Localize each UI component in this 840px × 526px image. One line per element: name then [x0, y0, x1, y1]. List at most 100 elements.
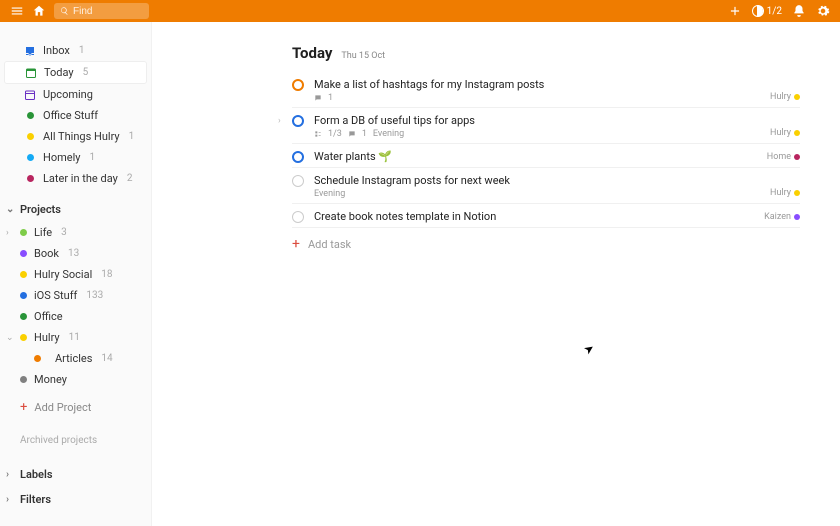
- sidebar-item-homely[interactable]: Homely 1: [4, 147, 147, 168]
- project-count: 3: [61, 227, 67, 238]
- chevron-right-icon[interactable]: ›: [278, 116, 281, 126]
- filter-dot: [24, 173, 36, 185]
- task-checkbox[interactable]: [292, 175, 304, 187]
- project-dot: [794, 154, 800, 160]
- sidebar-item-label: Upcoming: [43, 88, 93, 101]
- task-checkbox[interactable]: [292, 211, 304, 223]
- sidebar-project[interactable]: Book 13: [0, 243, 151, 264]
- task-checkbox[interactable]: [292, 115, 304, 127]
- mouse-cursor: ➤: [581, 340, 597, 357]
- add-task-icon[interactable]: [728, 4, 742, 18]
- task-time-label: Evening: [373, 129, 404, 139]
- project-dot: [794, 94, 800, 100]
- sidebar-project[interactable]: Hulry Social 18: [0, 264, 151, 285]
- task-title: Make a list of hashtags for my Instagram…: [314, 78, 770, 91]
- filter-dot: [24, 152, 36, 164]
- add-project-button[interactable]: + Add Project: [0, 396, 151, 419]
- plus-icon: +: [292, 236, 300, 252]
- task-body: Schedule Instagram posts for next week E…: [314, 174, 770, 199]
- project-dot: [794, 130, 800, 136]
- main-panel: Today Thu 15 Oct Make a list of hashtags…: [152, 22, 840, 526]
- task-title: Water plants 🌱: [314, 150, 767, 163]
- project-label: Hulry: [34, 331, 60, 344]
- sidebar-project[interactable]: Office: [0, 306, 151, 327]
- project-dot: [794, 190, 800, 196]
- chevron-down-icon[interactable]: ⌄: [6, 333, 14, 343]
- sidebar-item-later[interactable]: Later in the day 2: [4, 168, 147, 189]
- task-body: Water plants 🌱: [314, 150, 767, 163]
- project-count: 13: [68, 248, 79, 259]
- task-list: Make a list of hashtags for my Instagram…: [292, 72, 800, 228]
- task-body: Create book notes template in Notion: [314, 210, 764, 223]
- sidebar-item-today[interactable]: Today 5: [4, 61, 147, 84]
- sidebar-item-count: 1: [79, 45, 85, 56]
- gear-icon[interactable]: [816, 4, 830, 18]
- task-project-label[interactable]: Hulry: [770, 92, 800, 103]
- project-label: Office: [34, 310, 63, 323]
- labels-section[interactable]: › Labels: [0, 462, 151, 487]
- page-title: Today: [292, 44, 332, 62]
- filter-dot: [24, 131, 36, 143]
- view-header: Today Thu 15 Oct: [292, 44, 800, 62]
- sidebar: Inbox 1 Today 5 Upcoming Office Stuff Al…: [0, 22, 152, 526]
- project-label: Articles: [55, 352, 92, 365]
- chevron-right-icon[interactable]: ›: [6, 228, 9, 238]
- chevron-right-icon: ›: [6, 469, 9, 480]
- header-right: 1/2: [728, 4, 830, 18]
- project-count: 11: [69, 332, 80, 343]
- search-box[interactable]: [54, 3, 149, 19]
- task-row[interactable]: Make a list of hashtags for my Instagram…: [292, 72, 800, 108]
- sidebar-project[interactable]: Money: [0, 369, 151, 390]
- task-project-label[interactable]: Hulry: [770, 188, 800, 199]
- progress-icon: [752, 5, 764, 17]
- bell-icon[interactable]: [792, 4, 806, 18]
- sidebar-project[interactable]: › Life 3: [0, 222, 151, 243]
- search-input[interactable]: [73, 6, 143, 17]
- archived-projects-link[interactable]: Archived projects: [0, 419, 151, 450]
- task-title: Form a DB of useful tips for apps: [314, 114, 770, 127]
- plus-icon: +: [20, 400, 27, 415]
- task-row[interactable]: Water plants 🌱 Home: [292, 144, 800, 168]
- project-label: Money: [34, 373, 67, 386]
- project-dot: [20, 229, 27, 236]
- task-row[interactable]: Schedule Instagram posts for next week E…: [292, 168, 800, 204]
- task-meta: 1/3 1 Evening: [314, 129, 770, 139]
- sidebar-item-count: 2: [127, 173, 133, 184]
- task-checkbox[interactable]: [292, 151, 304, 163]
- comment-count: 1: [328, 93, 333, 103]
- menu-icon[interactable]: [10, 4, 24, 18]
- sidebar-item-upcoming[interactable]: Upcoming: [4, 84, 147, 105]
- sidebar-item-office[interactable]: Office Stuff: [4, 105, 147, 126]
- sidebar-item-hulry[interactable]: All Things Hulry 1: [4, 126, 147, 147]
- task-row[interactable]: › Form a DB of useful tips for apps 1/31…: [292, 108, 800, 144]
- projects-section[interactable]: ⌄ Projects: [0, 197, 151, 222]
- home-icon[interactable]: [32, 4, 46, 18]
- task-project-label[interactable]: Hulry: [770, 128, 800, 139]
- sidebar-item-label: All Things Hulry: [43, 130, 120, 143]
- task-checkbox[interactable]: [292, 79, 304, 91]
- task-project-label[interactable]: Kaizen: [764, 212, 800, 223]
- app-body: Inbox 1 Today 5 Upcoming Office Stuff Al…: [0, 22, 840, 526]
- sidebar-item-inbox[interactable]: Inbox 1: [4, 40, 147, 61]
- sidebar-project[interactable]: iOS Stuff 133: [0, 285, 151, 306]
- productivity-widget[interactable]: 1/2: [752, 5, 782, 17]
- task-row[interactable]: Create book notes template in Notion Kai…: [292, 204, 800, 228]
- sidebar-item-label: Inbox: [43, 44, 70, 57]
- add-task-label: Add task: [308, 238, 351, 251]
- subtask-count: 1/3: [328, 129, 342, 139]
- app-header: 1/2: [0, 0, 840, 22]
- add-project-label: Add Project: [34, 401, 91, 414]
- add-task-button[interactable]: + Add task: [292, 228, 800, 260]
- filter-dot: [24, 110, 36, 122]
- comment-count: 1: [362, 129, 367, 139]
- project-label: Life: [34, 226, 52, 239]
- task-body: Form a DB of useful tips for apps 1/3 1 Ev…: [314, 114, 770, 139]
- filters-section[interactable]: › Filters: [0, 487, 151, 512]
- sidebar-project-child[interactable]: Articles 14: [0, 348, 151, 369]
- sidebar-project[interactable]: ⌄ Hulry 11: [0, 327, 151, 348]
- project-dot: [20, 250, 27, 257]
- task-meta: 1: [314, 93, 770, 103]
- project-label: iOS Stuff: [34, 289, 77, 302]
- task-project-label[interactable]: Home: [767, 152, 800, 163]
- project-dot: [20, 334, 27, 341]
